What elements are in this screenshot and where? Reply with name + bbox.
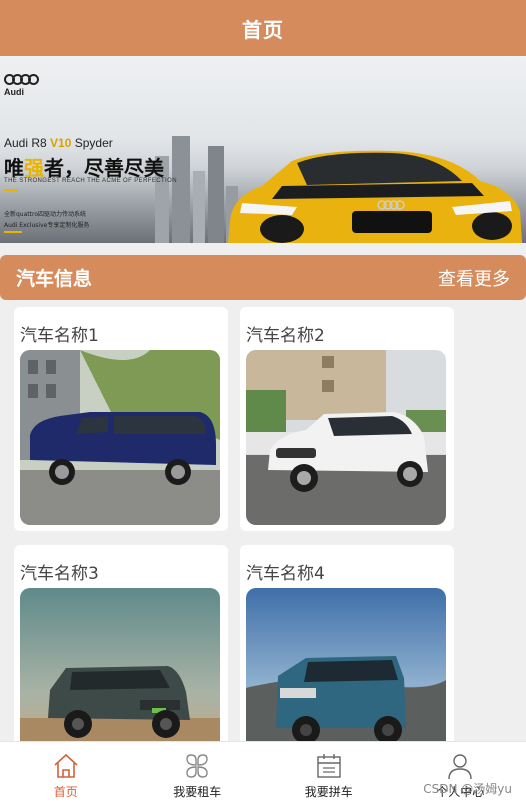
banner-slogan-en: THE STRONGEST REACH THE ACME OF PERFECTI… bbox=[4, 178, 177, 184]
model-suffix: Spyder bbox=[74, 136, 113, 150]
slogan-part-b: 者，尽善尽美 bbox=[44, 156, 164, 180]
car-card[interactable]: 汽车名称3 bbox=[14, 545, 228, 763]
car-name: 汽车名称2 bbox=[246, 326, 325, 346]
car-image-white-suv bbox=[246, 350, 446, 525]
tab-label: 我要拼车 bbox=[304, 785, 353, 799]
section-title: 汽车信息 bbox=[16, 268, 93, 290]
car-image-green-suv bbox=[20, 588, 220, 763]
car-info-section-header: 汽车信息 查看更多 bbox=[0, 255, 526, 300]
car-card[interactable]: 汽车名称2 bbox=[240, 307, 454, 531]
banner-slogan: 唯强者，尽善尽美 bbox=[4, 152, 164, 181]
slogan-highlight: 强 bbox=[24, 156, 44, 180]
home-icon bbox=[54, 753, 78, 778]
tab-rent-car[interactable]: 我要租车 bbox=[132, 742, 264, 804]
audi-rings-icon bbox=[4, 74, 39, 85]
yellow-sports-car-image bbox=[228, 150, 522, 243]
car-image-blue-g-class bbox=[246, 588, 446, 763]
car-name: 汽车名称4 bbox=[246, 564, 325, 584]
banner-feature-1: 全新quattro四驱动力传动系统 bbox=[4, 211, 86, 218]
watermark-text: CSDN @汤姆yu bbox=[423, 782, 512, 796]
accent-divider-2 bbox=[4, 231, 22, 233]
tab-label: 首页 bbox=[53, 785, 78, 799]
audi-brand-text: Audi bbox=[4, 87, 24, 97]
model-prefix: Audi R8 bbox=[4, 136, 47, 150]
car-name: 汽车名称1 bbox=[20, 326, 99, 346]
view-more-link[interactable]: 查看更多 bbox=[438, 265, 510, 291]
car-card[interactable]: 汽车名称1 bbox=[14, 307, 228, 531]
top-nav-bar: 首页 bbox=[0, 0, 526, 56]
user-icon bbox=[448, 754, 472, 780]
slogan-part-a: 唯 bbox=[4, 156, 24, 180]
accent-divider bbox=[4, 189, 18, 191]
page-title: 首页 bbox=[242, 17, 284, 42]
car-name: 汽车名称3 bbox=[20, 564, 99, 584]
audi-logo: Audi bbox=[4, 74, 39, 97]
calendar-icon bbox=[317, 754, 341, 778]
banner-model: Audi R8 V10 Spyder bbox=[4, 136, 113, 150]
banner-carousel[interactable]: Audi Audi R8 V10 Spyder 唯强者，尽善尽美 THE STR… bbox=[0, 56, 526, 243]
car-image-blue-mpv bbox=[20, 350, 220, 525]
model-highlight: V10 bbox=[50, 136, 72, 150]
car-card[interactable]: 汽车名称4 bbox=[240, 545, 454, 763]
grid-flower-icon bbox=[186, 754, 208, 778]
tab-home[interactable]: 首页 bbox=[0, 742, 132, 804]
tab-label: 我要租车 bbox=[173, 785, 222, 799]
tab-carpool[interactable]: 我要拼车 bbox=[263, 742, 395, 804]
banner-feature-2: Audi Exclusive专享定制化服务 bbox=[4, 222, 90, 229]
